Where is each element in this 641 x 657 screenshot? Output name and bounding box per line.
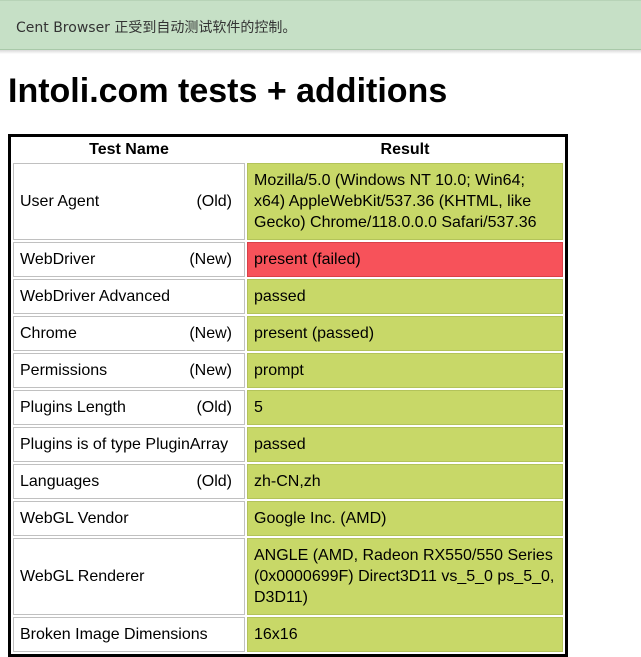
- test-result-cell: 16x16: [247, 617, 563, 652]
- page-title: Intoli.com tests + additions: [8, 72, 448, 110]
- test-name: WebGL Vendor: [20, 510, 129, 527]
- table-row: Plugins is of type PluginArray passed: [13, 427, 563, 462]
- test-name: Permissions: [20, 362, 108, 379]
- results-table-body: User Agent (Old) Mozilla/5.0 (Windows NT 1…: [13, 163, 563, 652]
- test-name: WebDriver: [20, 251, 96, 268]
- test-age-tag: (Old): [196, 193, 232, 210]
- test-name-content: Broken Image Dimensions: [20, 624, 238, 645]
- test-name: Broken Image Dimensions: [20, 626, 208, 643]
- test-result-cell: ANGLE (AMD, Radeon RX550/550 Series (0x0…: [247, 538, 563, 615]
- table-row: Broken Image Dimensions 16x16: [13, 617, 563, 652]
- table-row: WebDriver (New) present (failed): [13, 242, 563, 277]
- test-name-cell: Chrome (New): [13, 316, 245, 351]
- test-name-cell: WebDriver (New): [13, 242, 245, 277]
- test-result-cell: Mozilla/5.0 (Windows NT 10.0; Win64; x64…: [247, 163, 563, 240]
- test-name-content: WebDriver (New): [20, 249, 238, 270]
- test-name-cell: WebGL Vendor: [13, 501, 245, 536]
- test-name-content: Plugins is of type PluginArray: [20, 434, 238, 455]
- table-row: Plugins Length (Old) 5: [13, 390, 563, 425]
- test-result-cell: Google Inc. (AMD): [247, 501, 563, 536]
- test-name-content: Chrome (New): [20, 323, 238, 344]
- infobar-shadow: [0, 50, 641, 54]
- table-row: WebGL Vendor Google Inc. (AMD): [13, 501, 563, 536]
- test-name-cell: WebGL Renderer: [13, 538, 245, 615]
- table-header-row: Test Name Result: [13, 139, 563, 161]
- test-age-tag: (Old): [196, 473, 232, 490]
- test-name-content: WebGL Renderer: [20, 566, 238, 587]
- test-age-tag: (Old): [196, 399, 232, 416]
- test-result-cell: present (passed): [247, 316, 563, 351]
- test-result-cell: passed: [247, 279, 563, 314]
- test-name-cell: User Agent (Old): [13, 163, 245, 240]
- test-name: Plugins Length: [20, 399, 126, 416]
- test-name-content: Permissions (New): [20, 360, 238, 381]
- test-name: Chrome: [20, 325, 77, 342]
- test-name-content: WebGL Vendor: [20, 508, 238, 529]
- test-name: Plugins is of type PluginArray: [20, 436, 229, 453]
- table-row: WebGL Renderer ANGLE (AMD, Radeon RX550/5…: [13, 538, 563, 615]
- results-table-frame: Test Name Result User Agent (Old) Mozilla/…: [8, 134, 568, 657]
- test-result-cell: present (failed): [247, 242, 563, 277]
- test-name-content: Languages (Old): [20, 471, 238, 492]
- results-table: Test Name Result User Agent (Old) Mozilla/…: [11, 137, 565, 654]
- test-result-cell: zh-CN,zh: [247, 464, 563, 499]
- test-name-cell: Broken Image Dimensions: [13, 617, 245, 652]
- test-result-cell: prompt: [247, 353, 563, 388]
- test-name: User Agent: [20, 193, 100, 210]
- test-name-content: User Agent (Old): [20, 191, 238, 212]
- table-row: User Agent (Old) Mozilla/5.0 (Windows NT 1…: [13, 163, 563, 240]
- table-row: Languages (Old) zh-CN,zh: [13, 464, 563, 499]
- automation-infobar-text: Cent Browser 正受到自动测试软件的控制。: [16, 20, 297, 36]
- test-name-cell: Permissions (New): [13, 353, 245, 388]
- table-row: Chrome (New) present (passed): [13, 316, 563, 351]
- test-name-cell: Languages (Old): [13, 464, 245, 499]
- header-result: Result: [247, 139, 563, 161]
- test-age-tag: (New): [189, 362, 232, 379]
- automation-infobar: Cent Browser 正受到自动测试软件的控制。: [0, 0, 641, 50]
- test-result-cell: 5: [247, 390, 563, 425]
- test-name-content: Plugins Length (Old): [20, 397, 238, 418]
- header-test-name: Test Name: [13, 139, 245, 161]
- table-row: Permissions (New) prompt: [13, 353, 563, 388]
- test-name: WebDriver Advanced: [20, 288, 170, 305]
- test-age-tag: (New): [189, 251, 232, 268]
- test-name: Languages: [20, 473, 100, 490]
- test-name-cell: WebDriver Advanced: [13, 279, 245, 314]
- test-age-tag: (New): [189, 325, 232, 342]
- table-row: WebDriver Advanced passed: [13, 279, 563, 314]
- test-name-cell: Plugins is of type PluginArray: [13, 427, 245, 462]
- test-name-cell: Plugins Length (Old): [13, 390, 245, 425]
- test-result-cell: passed: [247, 427, 563, 462]
- test-name: WebGL Renderer: [20, 568, 145, 585]
- test-name-content: WebDriver Advanced: [20, 286, 238, 307]
